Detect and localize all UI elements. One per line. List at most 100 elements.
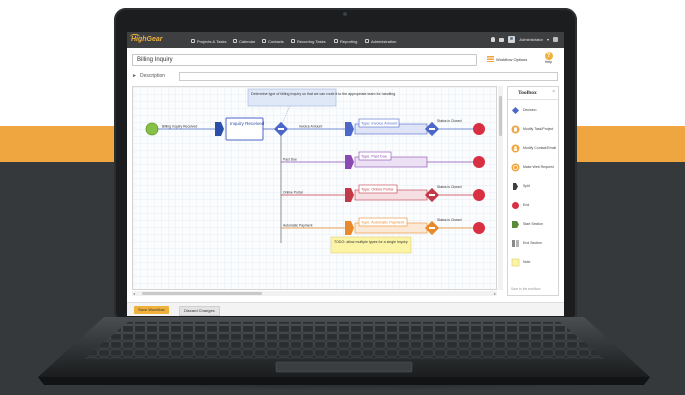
todo-note-text: TODO: allow multiple types for a single … <box>334 240 408 244</box>
user-avatar[interactable] <box>508 36 516 43</box>
recurring-icon <box>291 39 295 43</box>
end-section-icon <box>511 239 520 248</box>
branch-4-section-start[interactable] <box>345 221 354 235</box>
chart-icon <box>334 39 338 43</box>
scroll-right-icon[interactable]: ▸ <box>494 291 496 296</box>
decision-node-mark <box>429 128 435 130</box>
branch-3-label: Online Portal <box>283 191 303 195</box>
notification-bell-icon[interactable] <box>491 37 496 42</box>
toolbox-title: Toolbox <box>518 90 537 96</box>
modify-contact-icon <box>511 144 520 153</box>
description-input[interactable] <box>179 72 558 81</box>
calendar-icon <box>233 39 237 43</box>
decision-node-mark <box>429 194 435 196</box>
decision-icon <box>511 106 520 115</box>
branch-4-label: Automatic Payment <box>283 224 312 228</box>
inquiry-received-label: Inquiry Received <box>230 121 265 126</box>
start-section-icon <box>511 220 520 229</box>
action-footer: Save Workflow Discard Changes <box>127 302 564 316</box>
branch-3-section-start[interactable] <box>345 188 354 202</box>
top-navigation-bar: HighGear Projects & Tasks Calendar Conta… <box>127 32 564 48</box>
close-icon[interactable]: × <box>552 89 555 95</box>
toolbox-item-decision[interactable]: Decision <box>511 101 557 119</box>
branch-3-type-label: Type: Online Portal <box>361 188 393 192</box>
nav-recurring-tasks[interactable]: Recurring Tasks <box>291 37 326 45</box>
workflow-options-button[interactable]: Workflow Options <box>487 56 527 62</box>
user-menu[interactable]: Administrator <box>519 37 543 42</box>
app-screen: HighGear Projects & Tasks Calendar Conta… <box>127 32 564 316</box>
branch-1-end-node[interactable] <box>473 123 485 135</box>
toolbox-item-end-section[interactable]: End Section <box>511 234 557 252</box>
branch-3-end-node[interactable] <box>473 189 485 201</box>
branch-3-status: Status is Closed <box>437 185 462 189</box>
vertical-scroll-thumb[interactable] <box>499 96 502 136</box>
scroll-left-icon[interactable]: ◂ <box>133 291 135 296</box>
app-logo[interactable]: HighGear <box>131 36 163 43</box>
user-area: Administrator ▾ <box>491 36 558 43</box>
help-icon: ? <box>544 52 553 60</box>
settings-icon[interactable] <box>553 37 558 42</box>
start-node[interactable] <box>145 122 159 136</box>
canvas-vertical-scrollbar[interactable] <box>498 86 503 290</box>
branch-2-label: Past Due <box>283 158 297 162</box>
decision-node-mark <box>278 128 284 130</box>
discard-changes-button[interactable]: Discard Changes <box>179 306 220 316</box>
note-connector <box>280 105 291 127</box>
description-row: ► Description <box>132 72 562 82</box>
laptop-base <box>38 317 650 387</box>
toolbox-item-modify-contact[interactable]: Modify Contact/Email <box>511 139 557 157</box>
keyboard-deck <box>38 317 650 385</box>
branch-2-type-label: Type: Past Due <box>361 155 387 159</box>
branch-2-section-start[interactable] <box>345 155 354 169</box>
contacts-icon <box>262 39 266 43</box>
help-button[interactable]: ? Help <box>542 52 555 64</box>
branch-1-label: Invoice Amount <box>299 125 322 129</box>
branch-1-type-label: Type: Invoice Amount <box>361 122 398 126</box>
branch-4-end-node[interactable] <box>473 222 485 234</box>
title-row: Billing Inquiry Workflow Options ? Help <box>132 52 559 68</box>
branch-1-section-start[interactable] <box>345 122 354 136</box>
expand-arrow-icon[interactable]: ► <box>132 73 137 79</box>
save-workflow-button[interactable]: Save Workflow <box>134 306 169 314</box>
branch-4-type-label: Type: Automatic Payment <box>361 221 405 225</box>
description-label: Description <box>140 73 166 79</box>
message-icon[interactable] <box>499 37 505 42</box>
clipboard-icon <box>191 39 195 43</box>
toolbox-item-start-section[interactable]: Start Section <box>511 215 557 233</box>
workflow-canvas[interactable]: Determine type of billing inquiry so tha… <box>132 86 497 290</box>
note-icon <box>511 258 520 267</box>
chevron-down-icon[interactable]: ▾ <box>547 37 549 42</box>
laptop-lid: HighGear Projects & Tasks Calendar Conta… <box>114 8 577 324</box>
webcam <box>343 12 347 16</box>
branch-4-status: Status is Closed <box>437 218 462 222</box>
admin-icon <box>365 39 369 43</box>
toolbox-item-web-request[interactable]: Make Web Request <box>511 158 557 176</box>
end-icon <box>511 201 520 210</box>
split-icon <box>511 182 520 191</box>
nav-calendar[interactable]: Calendar <box>233 37 255 45</box>
modify-task-icon <box>511 125 520 134</box>
start-label: Billing Inquiry Received <box>162 125 197 129</box>
nav-administration[interactable]: Administration <box>365 37 396 45</box>
workflow-diagram: Determine type of billing inquiry so tha… <box>145 88 485 254</box>
toolbox-item-note[interactable]: Note <box>511 253 557 271</box>
canvas-horizontal-scrollbar[interactable]: ◂ ▸ <box>132 291 497 296</box>
toolbox-item-modify-task[interactable]: Modify Task/Project <box>511 120 557 138</box>
workflow-title-input[interactable]: Billing Inquiry <box>132 54 477 66</box>
nav-projects-tasks[interactable]: Projects & Tasks <box>191 37 227 45</box>
start-section-node[interactable] <box>215 122 224 136</box>
toolbox-header: Toolbox × <box>508 87 558 100</box>
decision-node-mark <box>429 227 435 229</box>
decision-note-line1: Determine type of billing inquiry so tha… <box>251 92 395 96</box>
toolbox-footer: Save to the workflow <box>511 287 541 291</box>
toolbox-item-end[interactable]: End <box>511 196 557 214</box>
toolbox-panel: Toolbox × Decision Modify Task/Project M… <box>507 86 559 296</box>
branch-1-status: Status is Closed <box>437 119 462 123</box>
list-icon <box>487 56 494 62</box>
toolbox-item-split[interactable]: Split <box>511 177 557 195</box>
nav-reporting[interactable]: Reporting <box>334 37 357 45</box>
nav-contacts[interactable]: Contacts <box>262 37 284 45</box>
horizontal-scroll-thumb[interactable] <box>142 292 262 295</box>
web-request-icon <box>511 163 520 172</box>
branch-2-end-node[interactable] <box>473 156 485 168</box>
